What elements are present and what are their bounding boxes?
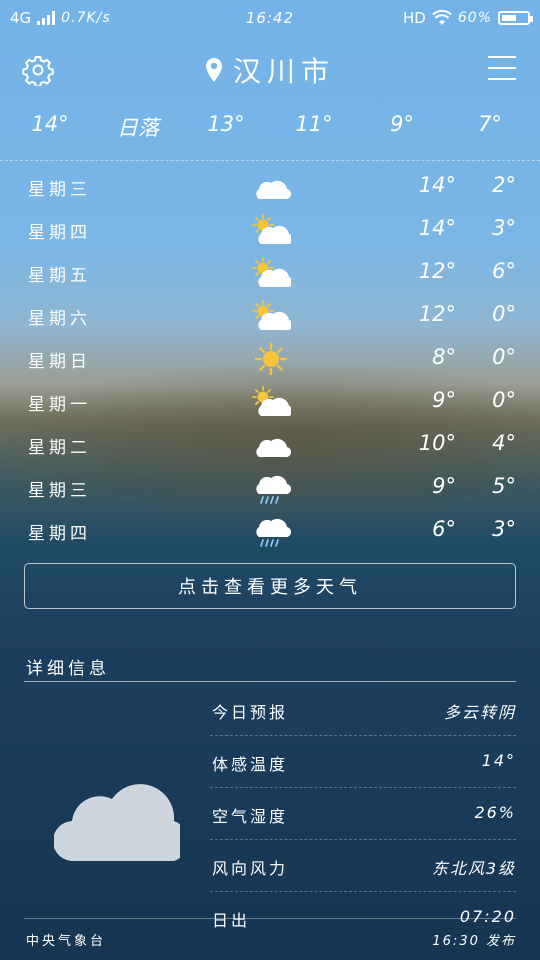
hourly-item: 14° — [31, 112, 69, 136]
city-name: 汉川市 — [232, 55, 335, 88]
detail-row: 风向风力 东北风3级 — [210, 840, 516, 892]
hourly-item: 日落 — [117, 116, 159, 140]
location-pin-icon — [205, 58, 222, 82]
day-name: 星期日 — [28, 352, 91, 372]
detail-row: 今日预报 多云转阴 — [210, 684, 516, 736]
battery-icon — [498, 11, 533, 25]
rain-icon — [256, 518, 291, 547]
partly-cloudy-icon — [252, 214, 291, 245]
more-weather-button[interactable]: 点击查看更多天气 — [24, 563, 516, 609]
cloudy-icon — [256, 438, 291, 458]
high-temp: 12° — [418, 302, 456, 326]
high-temp: 14° — [418, 173, 456, 197]
daily-forecast-row: 星期一 9° 0° — [0, 380, 540, 423]
detail-value: 14° — [481, 751, 516, 770]
detail-value: 07:20 — [459, 907, 516, 926]
daily-forecast-row: 星期四 14° 3° — [0, 208, 540, 251]
detail-label: 日出 — [212, 911, 251, 930]
wifi-icon — [432, 10, 452, 25]
footer-divider — [24, 918, 516, 919]
day-name: 星期二 — [28, 438, 91, 458]
high-temp: 12° — [418, 259, 456, 283]
low-temp: 0° — [492, 302, 516, 326]
hourly-forecast: 14° 日落 13° 11° 9° 7° — [10, 112, 530, 142]
daily-forecast-row: 星期五 12° 6° — [0, 251, 540, 294]
hourly-item: 13° — [207, 112, 245, 136]
partly-cloudy-icon — [252, 386, 291, 417]
detail-value: 东北风3级 — [431, 859, 516, 878]
daily-forecast-row: 星期三 9° 5° — [0, 466, 540, 509]
details-title: 详细信息 — [26, 659, 110, 679]
status-bar: 4G 0.7K/s 16:42 HD 60% — [0, 0, 540, 36]
hd-indicator: HD — [403, 9, 426, 27]
day-name: 星期四 — [28, 524, 91, 544]
cloud-icon — [54, 784, 180, 861]
sunny-icon — [254, 343, 288, 375]
high-temp: 14° — [418, 216, 456, 240]
hourly-divider — [0, 160, 540, 161]
high-temp: 9° — [432, 474, 456, 498]
battery-percent: 60% — [457, 10, 492, 26]
high-temp: 8° — [432, 345, 456, 369]
detail-label: 体感温度 — [212, 755, 289, 774]
detail-label: 空气湿度 — [212, 807, 289, 826]
hourly-item: 9° — [390, 112, 414, 136]
hamburger-menu-icon[interactable] — [488, 56, 516, 80]
high-temp: 6° — [432, 517, 456, 541]
daily-forecast-row: 星期二 10° 4° — [0, 423, 540, 466]
low-temp: 5° — [492, 474, 516, 498]
day-name: 星期三 — [28, 481, 91, 501]
details-list: 今日预报 多云转阴体感温度 14° 空气湿度 26% 风向风力 东北风3级日出 07:20 — [210, 684, 516, 943]
low-temp: 6° — [492, 259, 516, 283]
day-name: 星期三 — [28, 180, 91, 200]
high-temp: 9° — [432, 388, 456, 412]
daily-forecast-row: 星期三 14° 2° — [0, 165, 540, 208]
day-name: 星期六 — [28, 309, 91, 329]
hourly-item: 11° — [295, 112, 333, 136]
low-temp: 2° — [492, 173, 516, 197]
detail-value: 26% — [474, 803, 516, 822]
low-temp: 0° — [492, 388, 516, 412]
partly-cloudy-icon — [252, 257, 291, 288]
cloudy-icon — [256, 180, 291, 200]
daily-forecast-list: 星期三 14° 2° 星期四 14° 3° 星期五 12° 6° 星期六 12° 0° 星期日 8° 0° 星… — [0, 165, 540, 552]
publish-time: 16:30 发布 — [432, 934, 516, 949]
detail-label: 今日预报 — [212, 703, 289, 722]
low-temp: 4° — [492, 431, 516, 455]
detail-row: 体感温度 14° — [210, 736, 516, 788]
daily-forecast-row: 星期日 8° 0° — [0, 337, 540, 380]
detail-value: 多云转阴 — [443, 703, 516, 722]
low-temp: 0° — [492, 345, 516, 369]
day-name: 星期一 — [28, 395, 91, 415]
rain-icon — [256, 475, 291, 504]
low-temp: 3° — [492, 517, 516, 541]
city-selector[interactable]: 汉川市 — [0, 50, 540, 90]
high-temp: 10° — [418, 431, 456, 455]
detail-label: 风向风力 — [212, 859, 289, 878]
details-divider — [24, 681, 516, 682]
data-source: 中央气象台 — [26, 934, 107, 949]
low-temp: 3° — [492, 216, 516, 240]
detail-row: 空气湿度 26% — [210, 788, 516, 840]
app-header: 汉川市 — [0, 50, 540, 90]
hourly-item: 7° — [478, 112, 502, 136]
day-name: 星期四 — [28, 223, 91, 243]
day-name: 星期五 — [28, 266, 91, 286]
daily-forecast-row: 星期四 6° 3° — [0, 509, 540, 552]
daily-forecast-row: 星期六 12° 0° — [0, 294, 540, 337]
partly-cloudy-icon — [252, 300, 291, 331]
